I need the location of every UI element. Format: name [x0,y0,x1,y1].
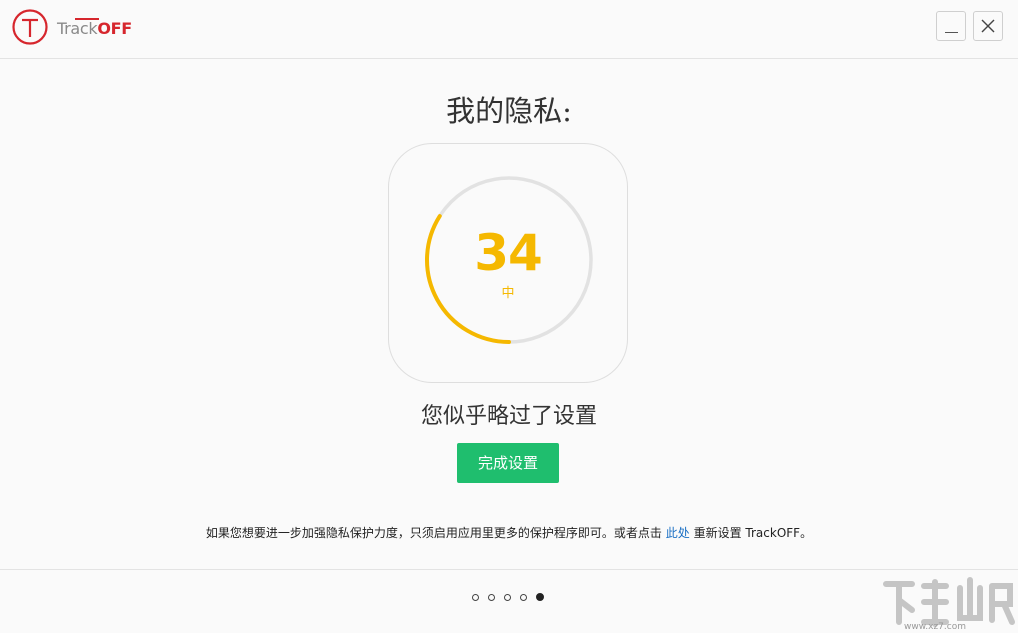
app-logo-text: TrackOFF [57,17,132,38]
page-dot-3[interactable] [504,594,511,601]
close-button[interactable] [973,11,1003,41]
page-title: 我的隐私: [446,94,572,128]
finish-setup-button[interactable]: 完成设置 [457,443,559,483]
page-dot-1[interactable] [472,594,479,601]
app-window: TrackOFF 我的隐私: 34 中 您似乎略过了设置 完成设置 如果您想要进… [0,0,1018,633]
title-bar: TrackOFF [0,0,1018,59]
app-logo: TrackOFF [11,8,132,46]
pagination-dots [472,593,544,601]
minimize-button[interactable] [936,11,966,41]
page-dot-4[interactable] [520,594,527,601]
page-dot-2[interactable] [488,594,495,601]
privacy-tip-text-before: 如果您想要进一步加强隐私保护力度，只须启用应用里更多的保护程序即可。或者点击 [205,526,662,540]
close-icon [981,19,995,33]
privacy-score-level: 中 [501,286,515,301]
setup-skipped-message: 您似乎略过了设置 [420,404,597,429]
privacy-score-value: 34 [474,224,543,282]
page-dot-5[interactable] [536,593,544,601]
footer-divider [0,569,1018,570]
logo-off-text: OFF [97,18,132,38]
logo-track-text: Track [57,18,98,38]
privacy-tip-text: 如果您想要进一步加强隐私保护力度，只须启用应用里更多的保护程序即可。或者点击 此… [0,524,1018,541]
trackoff-logo-icon [12,9,48,45]
reset-setup-link[interactable]: 此处 [666,526,690,540]
privacy-score-card: 34 中 [388,143,628,383]
watermark-url: www.xz7.com [904,622,966,632]
privacy-tip-text-after: 重新设置 TrackOFF。 [693,526,813,540]
